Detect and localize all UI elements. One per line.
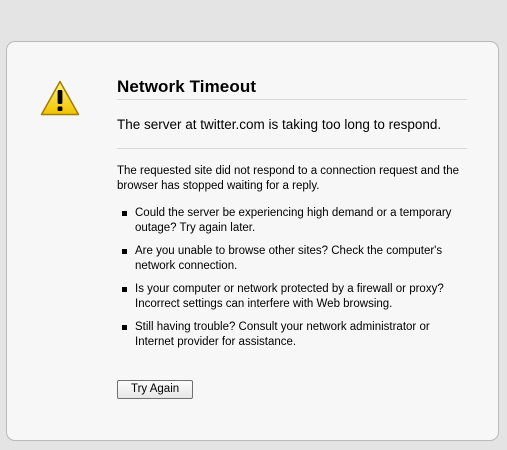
bullet-icon (122, 325, 127, 330)
bullet-icon (122, 211, 127, 216)
bullet-icon (122, 287, 127, 292)
error-short-description: The server at twitter.com is taking too … (117, 116, 467, 149)
error-title: Network Timeout (117, 76, 467, 100)
tip-item: Still having trouble? Consult your netwo… (117, 320, 467, 350)
tip-text: Still having trouble? Consult your netwo… (135, 321, 430, 348)
try-again-button[interactable]: Try Again (117, 380, 194, 399)
tip-item: Could the server be experiencing high de… (117, 206, 467, 236)
error-content: Network Timeout The server at twitter.co… (117, 76, 467, 399)
error-explanation: The requested site did not respond to a … (117, 165, 460, 192)
tip-text: Are you unable to browse other sites? Ch… (135, 245, 443, 272)
tip-text: Is your computer or network protected by… (135, 283, 444, 310)
tips-list: Could the server be experiencing high de… (117, 206, 467, 350)
tip-item: Is your computer or network protected by… (117, 282, 467, 312)
error-long-description: The requested site did not respond to a … (117, 164, 467, 350)
warning-triangle-icon (40, 80, 80, 116)
error-page-container: Network Timeout The server at twitter.co… (6, 41, 499, 441)
tip-text: Could the server be experiencing high de… (135, 207, 452, 234)
tip-item: Are you unable to browse other sites? Ch… (117, 244, 467, 274)
bullet-icon (122, 249, 127, 254)
